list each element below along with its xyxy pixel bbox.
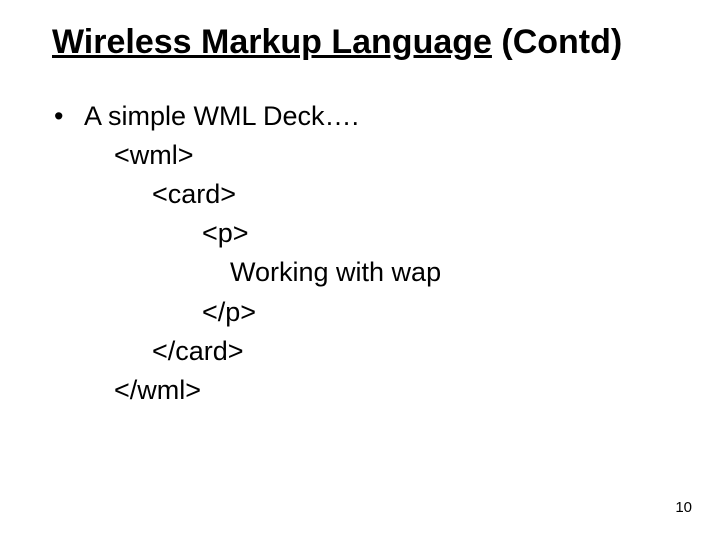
code-line-p-close: </p>	[52, 293, 668, 332]
slide-title: Wireless Markup Language (Contd)	[52, 22, 668, 63]
bullet-marker: •	[52, 97, 84, 136]
slide-title-rest: (Contd)	[492, 23, 622, 61]
code-line-card-close: </card>	[52, 332, 668, 371]
page-number: 10	[675, 499, 692, 516]
slide: Wireless Markup Language (Contd) • A sim…	[0, 0, 720, 540]
bullet-item: • A simple WML Deck….	[52, 97, 668, 136]
code-line-card-open: <card>	[52, 175, 668, 214]
code-line-text: Working with wap	[52, 253, 668, 292]
slide-title-underlined: Wireless Markup Language	[52, 23, 492, 61]
bullet-text: A simple WML Deck….	[84, 97, 668, 136]
code-line-p-open: <p>	[52, 214, 668, 253]
code-line-wml-open: <wml>	[52, 136, 668, 175]
code-line-wml-close: </wml>	[52, 371, 668, 410]
